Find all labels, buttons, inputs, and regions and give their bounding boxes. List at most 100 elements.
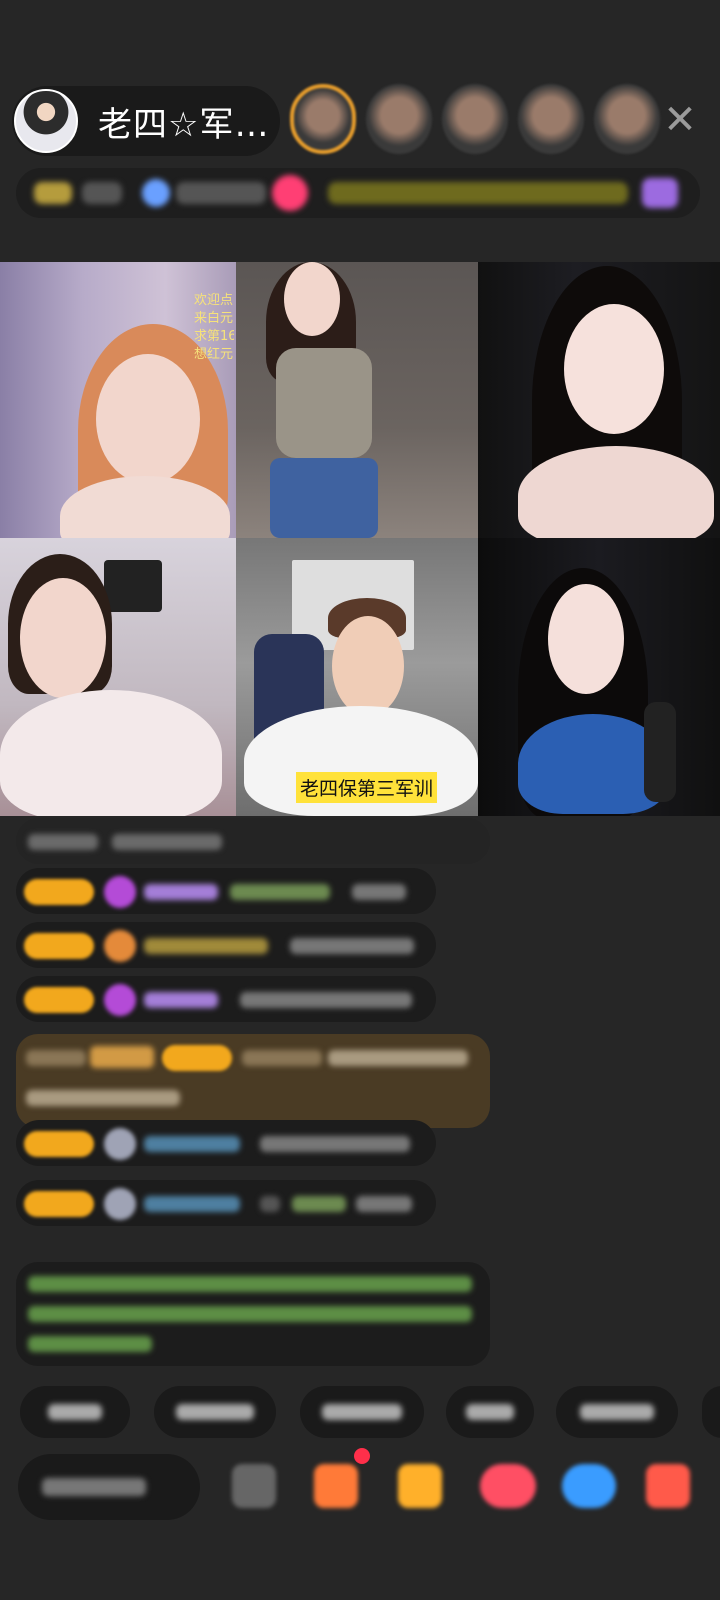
streamer-body (0, 690, 222, 816)
chat-text-blur (26, 1090, 180, 1106)
viewer-avatar[interactable] (594, 84, 660, 154)
chat-text-blur (230, 884, 330, 900)
streamer-face (96, 354, 200, 484)
streamer-jeans (270, 458, 378, 538)
quick-reply-tag[interactable] (154, 1386, 276, 1438)
red-packet-icon[interactable] (480, 1464, 536, 1508)
host-avatar[interactable] (14, 89, 78, 153)
video-caption: 老四保第三军训 (296, 772, 438, 803)
streamer-body (518, 446, 714, 538)
chat-message[interactable] (16, 922, 436, 968)
viewer-avatar[interactable] (442, 84, 508, 154)
user-name-blur (144, 1196, 240, 1212)
overlay-line: 欢迎点 (194, 293, 234, 308)
quick-reply-tag[interactable] (446, 1386, 534, 1438)
tag-text-blur (466, 1404, 514, 1420)
diamond-icon (104, 876, 136, 908)
notice-text-blur (28, 1276, 472, 1292)
tag-text-blur (176, 1404, 254, 1420)
tag-text-blur (322, 1404, 402, 1420)
chat-text-blur (260, 1196, 280, 1212)
emoji-icon[interactable] (232, 1464, 276, 1508)
diamond-icon (104, 984, 136, 1016)
heat-icon (142, 179, 170, 207)
video-tile[interactable] (478, 538, 720, 816)
chat-text-blur (26, 1050, 86, 1066)
viewer-avatars[interactable] (290, 84, 660, 154)
streamer-face (284, 262, 340, 336)
user-avatar-icon (104, 1128, 136, 1160)
user-name-blur (144, 938, 268, 954)
level-icon (104, 930, 136, 962)
fan-badge (24, 933, 94, 959)
video-tile[interactable] (0, 538, 236, 816)
viewer-avatar[interactable] (366, 84, 432, 154)
streamer-top (276, 348, 372, 458)
stats-bar[interactable] (16, 168, 700, 218)
rank-icon (34, 182, 72, 204)
chat-text-blur (356, 1196, 412, 1212)
chat-text-blur (292, 1196, 346, 1212)
chat-message[interactable] (16, 818, 490, 864)
video-tile[interactable]: 老四保第三军训 (236, 538, 478, 816)
streamer-face (20, 578, 106, 698)
notification-dot (354, 1448, 370, 1464)
fan-badge (24, 1191, 94, 1217)
activity-banner[interactable] (328, 182, 628, 204)
streamer-face (564, 304, 664, 434)
microphone (644, 702, 676, 802)
user-name-blur (242, 1050, 322, 1066)
quick-reply-tag[interactable] (702, 1386, 720, 1438)
chat-text-blur (112, 834, 222, 850)
viewer-avatar[interactable] (518, 84, 584, 154)
quick-reply-tag[interactable] (556, 1386, 678, 1438)
gift-icon[interactable] (398, 1464, 442, 1508)
input-placeholder-blur (42, 1478, 146, 1496)
ring-light (104, 560, 162, 612)
chat-text-blur (260, 1136, 410, 1152)
viewer-avatar[interactable] (290, 84, 356, 154)
host-name: 老四☆军… (98, 104, 270, 145)
system-notice (16, 1262, 490, 1366)
game-icon[interactable] (314, 1464, 358, 1508)
chat-message[interactable] (16, 976, 436, 1022)
chat-text-blur (240, 992, 412, 1008)
stat-blur (176, 182, 266, 204)
stat-blur (82, 182, 122, 204)
chat-text-blur (328, 1050, 468, 1066)
chat-input[interactable] (18, 1454, 200, 1520)
tag-text-blur (580, 1404, 654, 1420)
fan-badge (24, 1131, 94, 1157)
fan-badge (24, 879, 94, 905)
notice-text-blur (28, 1306, 472, 1322)
notice-text-blur (28, 1336, 152, 1352)
user-avatar-icon (104, 1188, 136, 1220)
overlay-line: 想红元 (194, 347, 234, 362)
tag-text-blur (48, 1404, 102, 1420)
streamer-face (332, 616, 404, 716)
more-icon[interactable] (646, 1464, 690, 1508)
user-name-blur (144, 884, 218, 900)
chat-message[interactable] (16, 868, 436, 914)
video-tile[interactable]: 欢迎点 来白元 求第16 想红元 (0, 262, 236, 538)
chat-text-blur (290, 938, 414, 954)
quick-reply-tag[interactable] (300, 1386, 424, 1438)
welcome-message[interactable] (16, 1034, 490, 1128)
more-icon[interactable] (642, 178, 678, 208)
close-icon[interactable]: ✕ (660, 100, 700, 140)
user-name-blur (144, 992, 218, 1008)
fan-badge (24, 987, 94, 1013)
gift-icon[interactable] (272, 175, 308, 211)
share-icon[interactable] (562, 1464, 616, 1508)
streamer-face (548, 584, 624, 694)
chat-message[interactable] (16, 1120, 436, 1166)
quick-reply-tag[interactable] (20, 1386, 130, 1438)
host-info[interactable]: 老四☆军… (12, 86, 280, 156)
overlay-line: 来白元 (194, 311, 234, 326)
vip-badge (90, 1046, 154, 1068)
fan-badge (162, 1045, 232, 1071)
chat-text-blur (28, 834, 98, 850)
chat-message[interactable] (16, 1180, 436, 1226)
video-tile[interactable] (478, 262, 720, 538)
video-tile[interactable] (236, 262, 478, 538)
